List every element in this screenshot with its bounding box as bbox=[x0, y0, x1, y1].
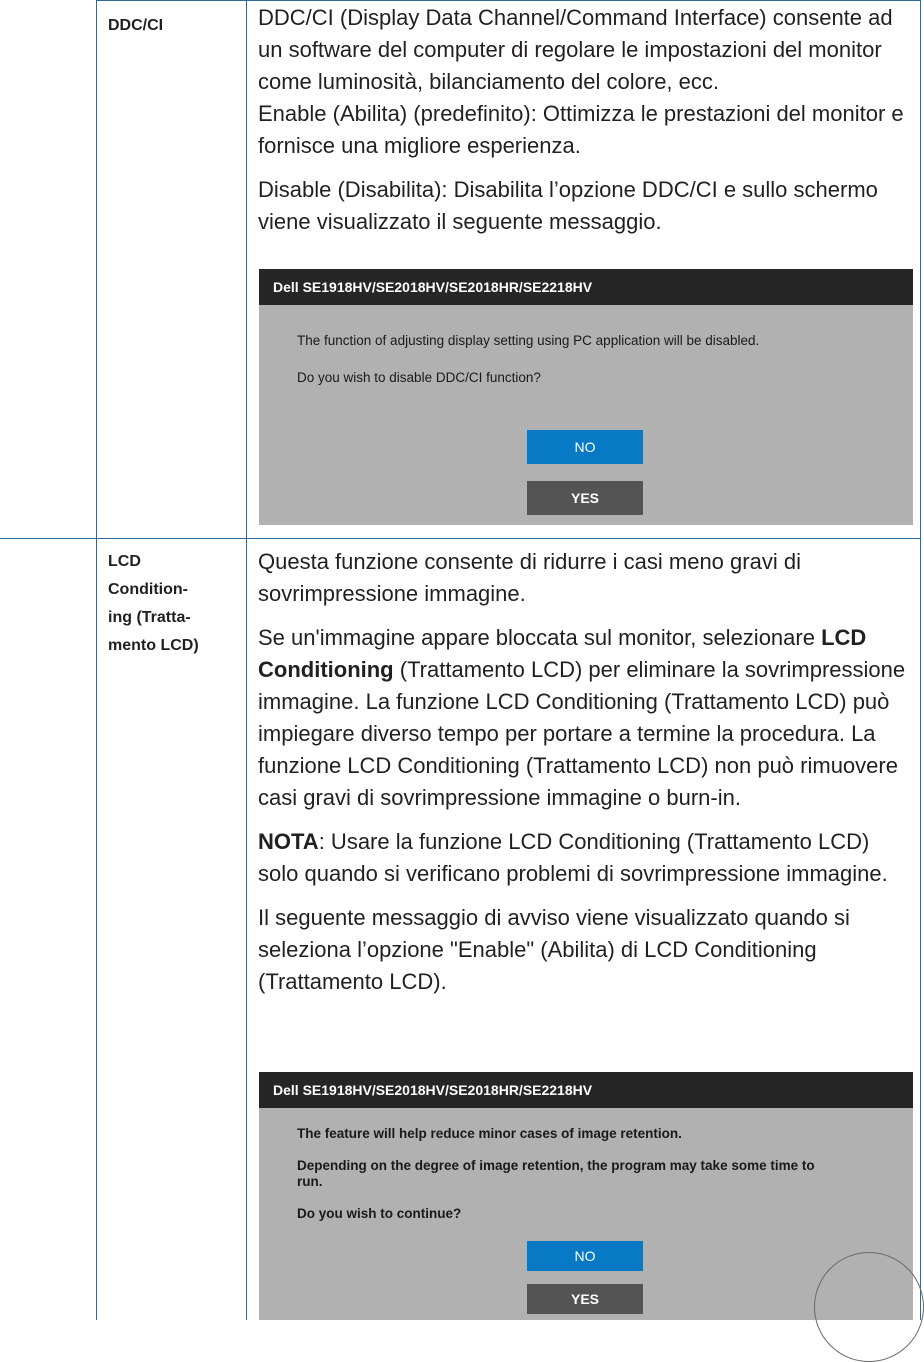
lcd-note-paragraph: NOTA: Usare la funzione LCD Conditioning… bbox=[258, 826, 908, 890]
no-button[interactable]: NO bbox=[527, 430, 643, 464]
dialog-title: Dell SE1918HV/SE2018HV/SE2018HR/SE2218HV bbox=[259, 1072, 913, 1108]
label-line: LCD bbox=[108, 553, 141, 570]
ddcci-enable-paragraph: Enable (Abilita) (predefinito): Ottimizz… bbox=[258, 101, 904, 158]
dialog-message: The feature will help reduce minor cases… bbox=[297, 1126, 682, 1141]
lcd-detail-paragraph: Se un'immagine appare bloccata sul monit… bbox=[258, 622, 908, 814]
ddcci-paragraph: DDC/CI (Display Data Channel/Command Int… bbox=[258, 5, 893, 94]
table-row-divider bbox=[0, 538, 921, 539]
page-corner-decoration bbox=[814, 1252, 924, 1362]
dialog-message: Depending on the degree of image retenti… bbox=[297, 1158, 815, 1189]
lcd-conditioning-label: LCD Condition- ing (Tratta- mento LCD) bbox=[108, 548, 236, 660]
table-border-left bbox=[96, 0, 97, 1320]
table-border-right bbox=[920, 0, 921, 1320]
dialog-body: The function of adjusting display settin… bbox=[259, 305, 913, 525]
label-line: Condition- bbox=[108, 581, 188, 598]
lcd-warning-paragraph: Il seguente messaggio di avviso viene vi… bbox=[258, 905, 850, 994]
ddcci-label: DDC/CI bbox=[108, 17, 164, 34]
yes-button[interactable]: YES bbox=[527, 1284, 643, 1314]
dialog-question: Do you wish to disable DDC/CI function? bbox=[297, 370, 541, 385]
note-text: : Usare la funzione LCD Conditioning (Tr… bbox=[258, 829, 888, 886]
dialog-message: The function of adjusting display settin… bbox=[297, 333, 760, 348]
lcd-intro-paragraph: Questa funzione consente di ridurre i ca… bbox=[258, 549, 801, 606]
label-line: mento LCD) bbox=[108, 637, 199, 654]
table-border-top bbox=[96, 0, 921, 1]
ddcci-disable-dialog: Dell SE1918HV/SE2018HV/SE2018HR/SE2218HV… bbox=[259, 269, 913, 525]
note-label: NOTA bbox=[258, 829, 319, 854]
dialog-title: Dell SE1918HV/SE2018HV/SE2018HR/SE2218HV bbox=[259, 269, 913, 305]
lcd-conditioning-dialog: Dell SE1918HV/SE2018HV/SE2018HR/SE2218HV… bbox=[259, 1072, 913, 1320]
lcd-conditioning-description: Questa funzione consente di ridurre i ca… bbox=[258, 546, 908, 998]
ddcci-disable-paragraph: Disable (Disabilita): Disabilita l’opzio… bbox=[258, 177, 878, 234]
table-border-middle bbox=[246, 0, 247, 1320]
label-line: ing (Tratta- bbox=[108, 609, 191, 626]
dialog-body: The feature will help reduce minor cases… bbox=[259, 1108, 913, 1320]
dialog-question: Do you wish to continue? bbox=[297, 1206, 462, 1221]
no-button[interactable]: NO bbox=[527, 1241, 643, 1271]
text-run: Se un'immagine appare bloccata sul monit… bbox=[258, 625, 822, 650]
yes-button[interactable]: YES bbox=[527, 481, 643, 515]
ddcci-description: DDC/CI (Display Data Channel/Command Int… bbox=[258, 2, 908, 238]
